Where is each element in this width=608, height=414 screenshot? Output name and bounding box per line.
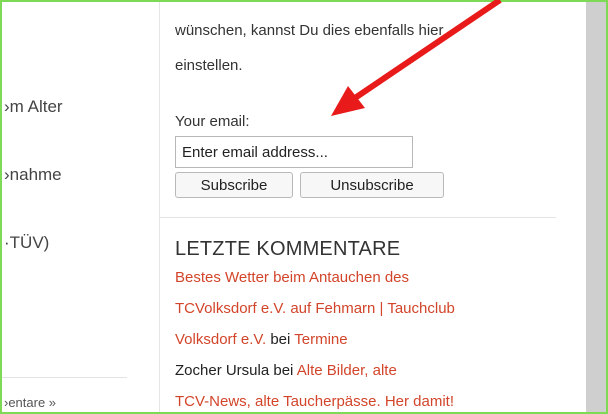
comment-post-link-end[interactable]: Volksdorf e.V. [175, 331, 266, 348]
comment-target-link-2[interactable]: Alte Bilder, alte [297, 362, 397, 379]
sidebar-link-alter[interactable]: ›m Alter [4, 97, 63, 117]
comment-line-3: Volksdorf e.V. bei Termine [175, 331, 348, 348]
subscribe-button[interactable]: Subscribe [175, 172, 293, 198]
column-divider [159, 2, 160, 412]
email-input[interactable] [175, 136, 413, 168]
comment-post-link[interactable]: Bestes Wetter beim Antauchen des [175, 269, 409, 286]
comment-line-1: Bestes Wetter beim Antauchen des [175, 269, 409, 286]
unsubscribe-button[interactable]: Unsubscribe [300, 172, 444, 198]
sidebar-link-tuev[interactable]: ·TÜV) [4, 233, 49, 253]
newsletter-text-line-1: wünschen, kannst Du dies ebenfalls hier [175, 22, 444, 39]
comment-connector-2: bei [269, 362, 297, 379]
newsletter-text-line-2: einstellen. [175, 57, 243, 74]
comment-line-4: Zocher Ursula bei Alte Bilder, alte [175, 362, 397, 379]
comment-line-2: TCVolksdorf e.V. auf Fehmarn | Tauchclub [175, 300, 455, 317]
comment-target-link[interactable]: Termine [294, 331, 347, 348]
comment-post-link-cont[interactable]: TCVolksdorf e.V. auf Fehmarn | Tauchclub [175, 300, 455, 317]
more-comments-link[interactable]: ›entare » [4, 395, 56, 410]
left-sidebar: ›m Alter ›nahme ·TÜV) ›entare » [2, 2, 159, 412]
comment-line-5: TCV-News, alte Taucherpässe. Her damit! [175, 393, 454, 410]
email-label: Your email: [175, 113, 250, 130]
sidebar-footer: ›entare » [2, 377, 127, 412]
comment-target-link-2-cont[interactable]: TCV-News, alte Taucherpässe. Her damit! [175, 393, 454, 410]
comment-connector: bei [266, 331, 295, 348]
right-scroll-area [586, 2, 606, 412]
section-divider [159, 217, 556, 218]
page-frame: ›m Alter ›nahme ·TÜV) ›entare » wünschen… [0, 0, 608, 414]
comment-author: Zocher Ursula [175, 362, 270, 379]
sidebar-link-nahme[interactable]: ›nahme [4, 165, 62, 185]
recent-comments-title: LETZTE KOMMENTARE [175, 238, 401, 260]
